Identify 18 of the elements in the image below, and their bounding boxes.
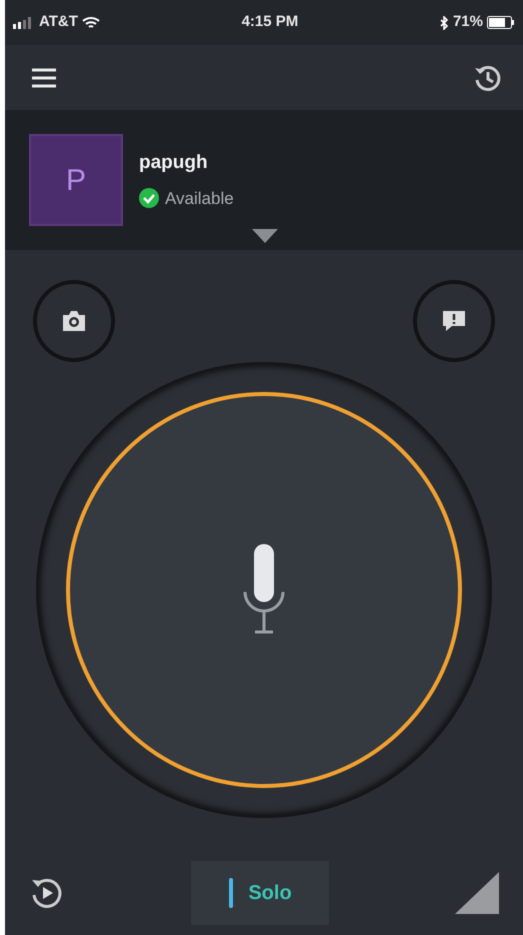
- wifi-icon: [82, 16, 100, 29]
- bar-icon: [228, 878, 234, 908]
- presence-status: Available: [165, 188, 234, 210]
- menu-button[interactable]: [31, 68, 57, 88]
- carrier-name: AT&T: [39, 12, 78, 32]
- battery-percent: 71%: [452, 12, 483, 32]
- camera-icon: [61, 310, 87, 332]
- check-icon: [139, 188, 159, 208]
- triangle-icon: [455, 872, 499, 914]
- mode-button[interactable]: Solo: [191, 860, 329, 924]
- message-alert-icon: [442, 310, 466, 332]
- avatar: P: [29, 134, 123, 226]
- microphone-icon: [242, 544, 286, 636]
- clock-time: 4:15 PM: [242, 12, 298, 32]
- expand-button[interactable]: [251, 228, 279, 244]
- battery-icon: [487, 16, 515, 29]
- username: papugh: [139, 151, 209, 175]
- bluetooth-icon: [440, 16, 449, 30]
